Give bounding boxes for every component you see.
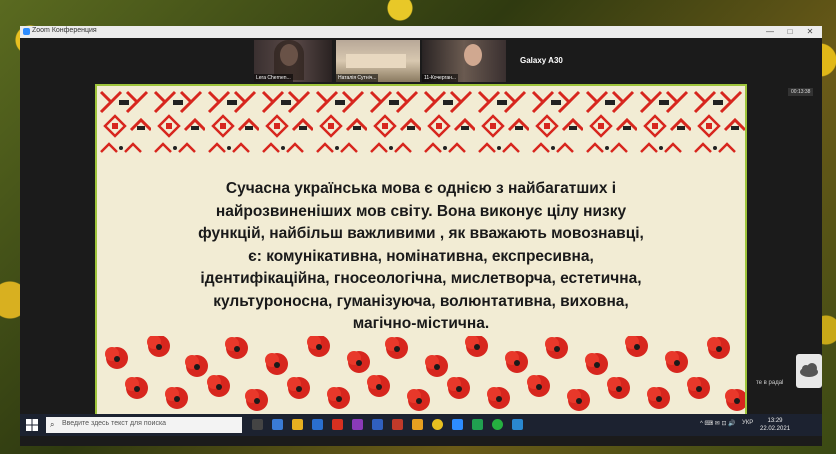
zoom-taskbar-icon[interactable] [452, 419, 463, 430]
task-view-icon[interactable] [252, 419, 263, 430]
maximize-button[interactable]: □ [780, 26, 800, 38]
clock-date: 22.02.2021 [760, 426, 791, 432]
zoom-window: Zoom Конференция — □ ✕ Lera Chernen... Н… [20, 26, 822, 446]
zoom-app-icon [23, 28, 30, 35]
title-bar: Zoom Конференция — □ ✕ [20, 26, 822, 38]
media-icon[interactable] [472, 419, 483, 430]
participant-name-3: 11-Кочерган... [422, 74, 459, 82]
cloud-icon [800, 363, 818, 377]
language-indicator[interactable]: УКР [742, 420, 753, 426]
minimize-button[interactable]: — [760, 26, 780, 38]
search-placeholder: Введите здесь текст для поиска [62, 420, 167, 427]
taskbar-search[interactable]: ⌕ Введите здесь текст для поиска [46, 417, 242, 433]
window-title: Zoom Конференция [32, 27, 97, 34]
embroidery-pattern [97, 86, 745, 160]
file-explorer-icon[interactable] [292, 419, 303, 430]
slide-line-6: культуроносна, гуманізуюча, волюнтативна… [213, 292, 629, 310]
participant-video-1[interactable]: Lera Chernen... [254, 40, 332, 82]
galaxy-participant-label[interactable]: Galaxy A30 [520, 56, 563, 65]
slide-line-5: ідентифікаційна, гносеологічна, мислетво… [200, 270, 642, 287]
poppy-border [105, 336, 745, 411]
telegram-icon[interactable] [512, 419, 523, 430]
opera-icon[interactable] [332, 419, 343, 430]
meeting-timer: 00:13:38 [788, 88, 814, 96]
participant-video-2[interactable]: Наталія Сутніч... [336, 40, 420, 82]
slide-line-1: Сучасна українська мова є однією з найба… [225, 180, 617, 197]
system-tray[interactable]: ^ ⌨ ✉ ⊡ 🔊 [700, 420, 736, 427]
chrome-icon[interactable] [432, 419, 443, 430]
slide-line-4: є: комунікативна, номінативна, експресив… [248, 247, 594, 265]
windows-taskbar: ⌕ Введите здесь текст для поиска ^ ⌨ ✉ ⊡… [20, 414, 822, 436]
slide-line-7: магічно-містична. [352, 315, 490, 332]
clock-time: 13:29 [767, 418, 783, 424]
slide-text: Сучасна українська мова є однією з найба… [127, 178, 715, 336]
whatsapp-icon[interactable] [492, 419, 503, 430]
paint-icon[interactable] [412, 419, 423, 430]
participant-name-1: Lera Chernen... [254, 74, 293, 82]
participant-name-2: Наталія Сутніч... [336, 74, 379, 82]
search-icon: ⌕ [50, 420, 55, 429]
shared-slide: Сучасна українська мова є однією з найба… [95, 84, 747, 416]
powerpoint-icon[interactable] [392, 419, 403, 430]
slide-line-3: функцій, найбільш важливими , як вважают… [198, 225, 644, 242]
edge-icon[interactable] [272, 419, 283, 430]
mail-icon[interactable] [312, 419, 323, 430]
taskbar-clock[interactable]: 13:29 22.02.2021 [760, 417, 790, 433]
windows-start-icon[interactable] [26, 419, 38, 431]
word-icon[interactable] [372, 419, 383, 430]
slide-line-2: найрозвиненіших мов світу. Вона виконує … [215, 202, 627, 220]
participant-video-3[interactable]: 11-Кочерган... [422, 40, 506, 82]
notification-card[interactable] [796, 354, 822, 388]
notification-text: те в радаl [756, 380, 784, 386]
close-button[interactable]: ✕ [800, 26, 820, 38]
viber-icon[interactable] [352, 419, 363, 430]
